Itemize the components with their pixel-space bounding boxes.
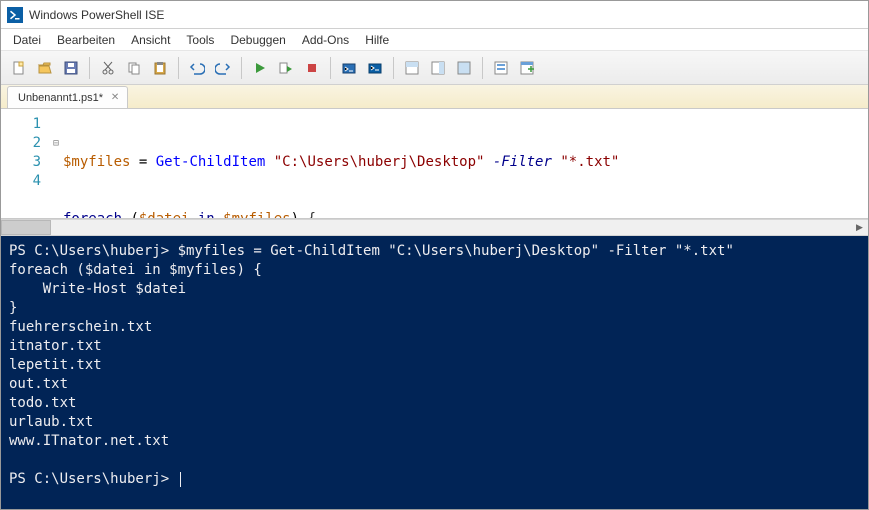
menu-help[interactable]: Hilfe xyxy=(357,30,397,50)
titlebar: Windows PowerShell ISE xyxy=(1,1,868,29)
fold-column: ⊟ xyxy=(49,109,63,218)
console-pane[interactable]: PS C:\Users\huberj> $myfiles = Get-Child… xyxy=(1,236,868,509)
toolbar-separator xyxy=(89,57,90,79)
menu-file[interactable]: Datei xyxy=(5,30,49,50)
line-gutter: 1 2 3 4 xyxy=(1,109,49,218)
close-icon[interactable]: ✕ xyxy=(109,92,121,104)
toolbar-separator xyxy=(482,57,483,79)
scroll-right-icon[interactable]: ▶ xyxy=(851,220,868,235)
file-tab[interactable]: Unbenannt1.ps1* ✕ xyxy=(7,86,128,108)
tab-label: Unbenannt1.ps1* xyxy=(18,92,103,104)
fold-toggle[interactable]: ⊟ xyxy=(49,134,63,153)
new-remote-tab-button[interactable] xyxy=(337,56,361,80)
menu-tools[interactable]: Tools xyxy=(178,30,222,50)
undo-button[interactable] xyxy=(185,56,209,80)
menu-addons[interactable]: Add-Ons xyxy=(294,30,357,50)
toolbar xyxy=(1,51,868,85)
show-command-window-button[interactable] xyxy=(515,56,539,80)
show-script-pane-max-button[interactable] xyxy=(452,56,476,80)
start-powershell-button[interactable] xyxy=(363,56,387,80)
redo-button[interactable] xyxy=(211,56,235,80)
paste-button[interactable] xyxy=(148,56,172,80)
script-editor[interactable]: 1 2 3 4 ⊟ $myfiles = Get-ChildItem "C:\U… xyxy=(1,109,868,219)
menu-view[interactable]: Ansicht xyxy=(123,30,178,50)
toolbar-separator xyxy=(241,57,242,79)
run-selection-button[interactable] xyxy=(274,56,298,80)
open-file-button[interactable] xyxy=(33,56,57,80)
menu-edit[interactable]: Bearbeiten xyxy=(49,30,123,50)
new-file-button[interactable] xyxy=(7,56,31,80)
line-number: 1 xyxy=(1,115,49,134)
copy-button[interactable] xyxy=(122,56,146,80)
app-icon xyxy=(7,7,23,23)
window-title: Windows PowerShell ISE xyxy=(29,8,164,22)
toolbar-separator xyxy=(393,57,394,79)
show-command-addon-button[interactable] xyxy=(489,56,513,80)
menubar: Datei Bearbeiten Ansicht Tools Debuggen … xyxy=(1,29,868,51)
line-number: 2 xyxy=(1,134,49,153)
tab-bar: Unbenannt1.ps1* ✕ xyxy=(1,85,868,109)
scrollbar-thumb[interactable] xyxy=(1,220,51,235)
code-area[interactable]: $myfiles = Get-ChildItem "C:\Users\huber… xyxy=(63,109,868,218)
toolbar-separator xyxy=(330,57,331,79)
stop-button[interactable] xyxy=(300,56,324,80)
menu-debug[interactable]: Debuggen xyxy=(222,30,293,50)
show-script-pane-top-button[interactable] xyxy=(400,56,424,80)
run-script-button[interactable] xyxy=(248,56,272,80)
show-script-pane-right-button[interactable] xyxy=(426,56,450,80)
line-number: 3 xyxy=(1,153,49,172)
cut-button[interactable] xyxy=(96,56,120,80)
editor-horizontal-scrollbar[interactable]: ▶ xyxy=(1,219,868,236)
toolbar-separator xyxy=(178,57,179,79)
save-button[interactable] xyxy=(59,56,83,80)
line-number: 4 xyxy=(1,172,49,191)
cursor xyxy=(180,472,181,487)
